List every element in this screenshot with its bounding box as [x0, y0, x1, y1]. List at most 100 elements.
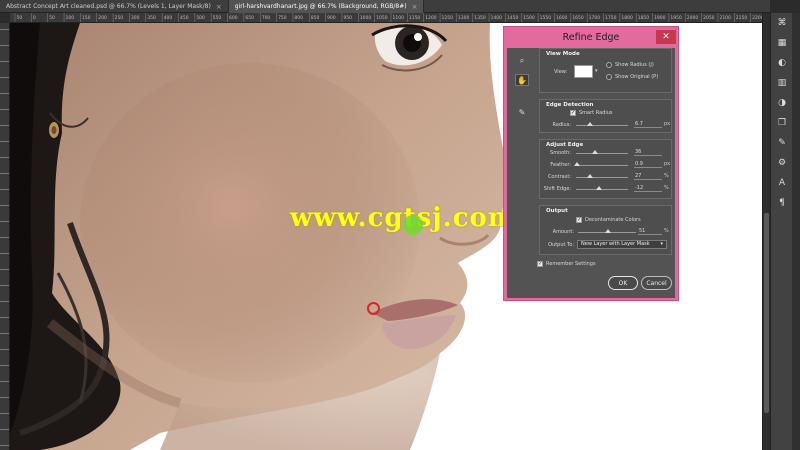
view-mode-heading: View Mode [546, 51, 580, 57]
zoom-icon[interactable]: ⌕ [515, 55, 529, 67]
edge-detection-heading: Edge Detection [546, 102, 594, 108]
ruler-label: 650 [245, 15, 254, 21]
feather-value[interactable]: 0.9 [634, 160, 662, 168]
remember-settings-checkbox[interactable]: ✓ [537, 261, 543, 267]
ruler-label: 1950 [670, 15, 682, 21]
color-icon[interactable]: ◐ [771, 53, 793, 73]
hand-icon[interactable]: ✋ [515, 74, 529, 86]
shift-edge-value[interactable]: -12 [634, 184, 662, 192]
paragraph-icon[interactable]: ¶ [771, 193, 793, 213]
ruler-tick [0, 381, 9, 382]
ruler-label: 50 [17, 15, 23, 21]
show-original-checkbox[interactable] [606, 74, 612, 80]
ruler-label: 2000 [687, 15, 699, 21]
chevron-down-icon[interactable]: ▾ [595, 68, 598, 74]
ruler-label: 1300 [458, 15, 470, 21]
ruler-tick [0, 445, 9, 446]
cancel-button[interactable]: Cancel [641, 276, 672, 290]
ruler-tick [0, 77, 9, 78]
ruler-label: 1550 [540, 15, 552, 21]
ruler-tick [0, 173, 9, 174]
contrast-unit: % [664, 173, 669, 179]
ruler-label: 800 [294, 15, 303, 21]
swatches-icon[interactable]: ▦ [771, 33, 793, 53]
ruler-tick [0, 205, 9, 206]
ruler-tick [0, 397, 9, 398]
ok-button[interactable]: OK [608, 276, 638, 290]
ruler-tick [0, 189, 9, 190]
ruler-label: 400 [164, 15, 173, 21]
ruler-label: 2050 [703, 15, 715, 21]
decontaminate-colors-label: Decontaminate Colors [585, 217, 641, 223]
output-group: Output ✓ Decontaminate Colors Amount: 51… [539, 205, 672, 255]
libraries-icon[interactable]: ▥ [771, 73, 793, 93]
dialog-title-bar[interactable]: Refine Edge ✕ [504, 27, 678, 48]
smooth-label: Smooth: [550, 150, 571, 156]
ruler-label: 700 [262, 15, 271, 21]
ruler-tick [0, 237, 9, 238]
ruler-tick [0, 253, 9, 254]
show-radius-checkbox[interactable] [606, 62, 612, 68]
brush-icon[interactable]: ✎ [771, 133, 793, 153]
tab-girl-harshvardhanart[interactable]: girl-harshvardhanart.jpg @ 66.7% (Backgr… [228, 0, 425, 13]
ruler-label: 1500 [523, 15, 535, 21]
ruler-label: 500 [196, 15, 205, 21]
shift-edge-slider[interactable] [576, 186, 628, 190]
contrast-slider-knob[interactable] [587, 174, 594, 178]
refine-brush-icon[interactable]: ✎ [515, 106, 529, 118]
radius-slider-knob[interactable] [587, 122, 594, 126]
dialog-body: ⌕ ✋ ✎ View Mode View: ▾ Show Radius (J) … [507, 48, 675, 298]
tab-label: girl-harshvardhanart.jpg @ 66.7% (Backgr… [234, 3, 407, 10]
tab-label: Abstract Concept Art cleaned.psd @ 66.7%… [6, 3, 211, 10]
tab-abstract-concept-art[interactable]: Abstract Concept Art cleaned.psd @ 66.7%… [0, 0, 229, 13]
ruler-tick [0, 61, 9, 62]
ruler-label: 1100 [393, 15, 405, 21]
ruler-label: 1050 [376, 15, 388, 21]
ruler-label: 1650 [572, 15, 584, 21]
layers-icon[interactable]: ❐ [771, 113, 793, 133]
feather-label: Feather: [550, 162, 571, 168]
ruler-label: 100 [66, 15, 75, 21]
decontaminate-colors-checkbox[interactable]: ✓ [576, 217, 582, 223]
amount-value[interactable]: 51 [638, 227, 662, 235]
ruler-tick [0, 349, 9, 350]
output-to-select[interactable]: New Layer with Layer Mask ▾ [577, 240, 667, 249]
close-tab-icon[interactable]: × [216, 3, 222, 11]
amount-slider-knob[interactable] [604, 229, 611, 233]
smooth-value[interactable]: 36 [634, 148, 662, 156]
ruler-label: 1600 [556, 15, 568, 21]
ruler-label: 850 [311, 15, 320, 21]
view-mode-thumbnail[interactable] [574, 65, 593, 78]
radius-slider[interactable] [576, 122, 628, 126]
ruler-label: 2200 [752, 15, 762, 21]
ruler-tick [0, 157, 9, 158]
contrast-slider[interactable] [576, 174, 628, 178]
smooth-slider[interactable] [576, 150, 628, 154]
ruler-label: 1250 [442, 15, 454, 21]
shift-edge-slider-knob[interactable] [595, 186, 602, 190]
radius-value[interactable]: 6.7 [634, 120, 662, 128]
ruler-tick [0, 317, 9, 318]
dialog-title: Refine Edge [562, 32, 620, 43]
contrast-value[interactable]: 27 [634, 172, 662, 180]
amount-label: Amount: [552, 229, 574, 235]
vertical-scrollbar[interactable] [762, 13, 770, 450]
character-icon[interactable]: A [771, 173, 793, 193]
scrollbar-thumb[interactable] [764, 213, 769, 413]
tool-presets-icon[interactable]: ⚙ [771, 153, 793, 173]
history-icon[interactable]: ⌘ [771, 13, 793, 33]
ruler-label: 1400 [491, 15, 503, 21]
close-tab-icon[interactable]: × [412, 3, 418, 11]
adjustments-icon[interactable]: ◑ [771, 93, 793, 113]
smart-radius-checkbox[interactable]: ✓ [570, 110, 576, 116]
ruler-tick [0, 45, 9, 46]
smooth-slider-knob[interactable] [591, 150, 598, 154]
feather-slider[interactable] [574, 162, 628, 166]
refine-edge-dialog: Refine Edge ✕ ⌕ ✋ ✎ View Mode View: ▾ Sh… [503, 26, 679, 301]
feather-slider-knob[interactable] [574, 162, 581, 166]
close-icon[interactable]: ✕ [656, 30, 676, 44]
amount-slider[interactable] [578, 229, 636, 233]
ruler-label: 950 [343, 15, 352, 21]
edge-detection-group: Edge Detection ✓ Smart Radius Radius: 6.… [539, 99, 672, 133]
ruler-tick [0, 109, 9, 110]
